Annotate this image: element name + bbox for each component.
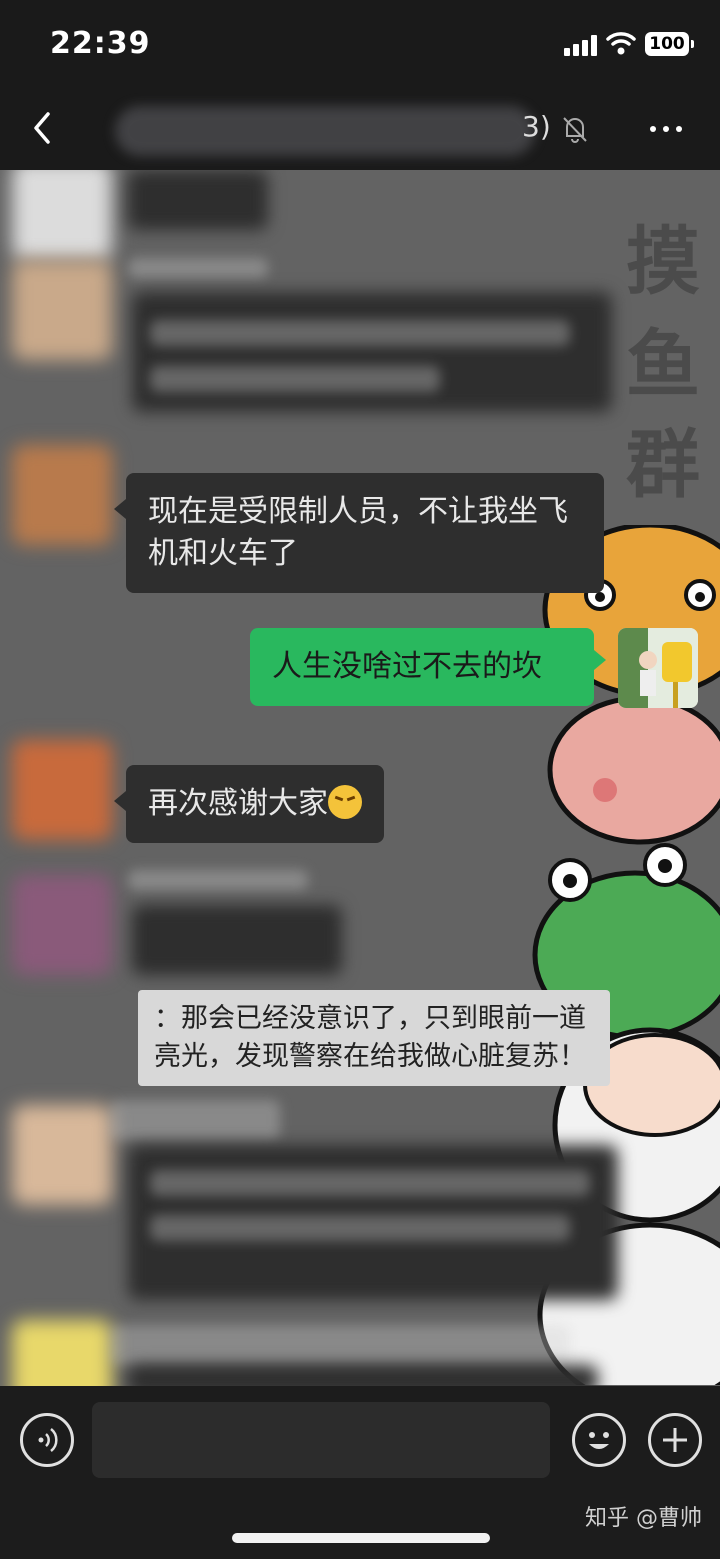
- home-indicator[interactable]: [232, 1533, 490, 1543]
- emoji-icon: [589, 1432, 609, 1449]
- status-bar: 22:39 100: [0, 0, 720, 88]
- avatar-blurred[interactable]: [12, 170, 112, 260]
- persevering-face-emoji-icon: [328, 785, 362, 819]
- voice-input-button[interactable]: [20, 1413, 74, 1467]
- more-functions-button[interactable]: [648, 1413, 702, 1467]
- sender-avatar[interactable]: [12, 740, 112, 840]
- chat-input-bar: 知乎 @曹帅: [0, 1386, 720, 1559]
- avatar-blurred[interactable]: [12, 875, 112, 975]
- plus-icon: [663, 1428, 687, 1452]
- chat-message-area[interactable]: 摸 鱼 群 现在是受限制人员，不让我坐飞机和火车了 人生没啥过不去的坎 再次感谢…: [0, 170, 720, 1386]
- sender-name-blurred: [128, 258, 268, 278]
- battery-icon: 100: [645, 32, 694, 56]
- wallpaper-char-1: 摸: [626, 219, 700, 305]
- sender-name-blurred: [110, 1100, 280, 1140]
- sender-avatar[interactable]: [12, 445, 112, 545]
- member-count: 3): [522, 110, 551, 143]
- more-options-icon[interactable]: [646, 110, 686, 146]
- wallpaper-char-2: 鱼: [626, 322, 700, 408]
- zhihu-watermark: 知乎 @曹帅: [585, 1506, 702, 1531]
- wallpaper-char-3: 群: [626, 422, 700, 508]
- voice-icon: [38, 1428, 58, 1452]
- emoji-button[interactable]: [572, 1413, 626, 1467]
- quoted-message[interactable]: ：那会已经没意识了，只到眼前一道亮光，发现警察在给我做心脏复苏！: [138, 990, 610, 1086]
- message-bubble-blurred: [128, 1365, 598, 1386]
- chat-title-blurred[interactable]: [115, 106, 535, 156]
- message-text: 再次感谢大家: [148, 786, 328, 821]
- self-avatar-image: [618, 628, 698, 708]
- blurred-text-line: [150, 1170, 590, 1196]
- sender-name-blurred: [128, 870, 308, 890]
- blurred-text-line: [150, 366, 440, 392]
- mute-bell-icon: [563, 117, 587, 143]
- message-text-input[interactable]: [92, 1402, 550, 1478]
- message-bubble-blurred: [128, 170, 268, 230]
- chat-nav-bar: 3): [0, 88, 720, 170]
- message-bubble-incoming[interactable]: 现在是受限制人员，不让我坐飞机和火车了: [114, 473, 604, 593]
- blurred-text-line: [150, 1215, 570, 1241]
- message-bubble-blurred: [132, 292, 612, 412]
- message-bubble-incoming[interactable]: 再次感谢大家: [114, 765, 384, 843]
- sender-name-blurred: [110, 1325, 570, 1365]
- blurred-text-line: [150, 320, 570, 346]
- back-arrow-icon[interactable]: [28, 108, 58, 148]
- wifi-icon: [606, 32, 636, 55]
- avatar-blurred[interactable]: [12, 1320, 112, 1386]
- avatar-blurred[interactable]: [12, 1105, 112, 1205]
- status-time: 22:39: [50, 26, 151, 61]
- avatar-blurred[interactable]: [12, 260, 112, 360]
- message-bubble-blurred: [132, 905, 342, 975]
- cellular-signal-icon: [564, 34, 600, 56]
- message-bubble-outgoing[interactable]: 人生没啥过不去的坎: [250, 628, 606, 706]
- self-avatar[interactable]: [618, 628, 698, 708]
